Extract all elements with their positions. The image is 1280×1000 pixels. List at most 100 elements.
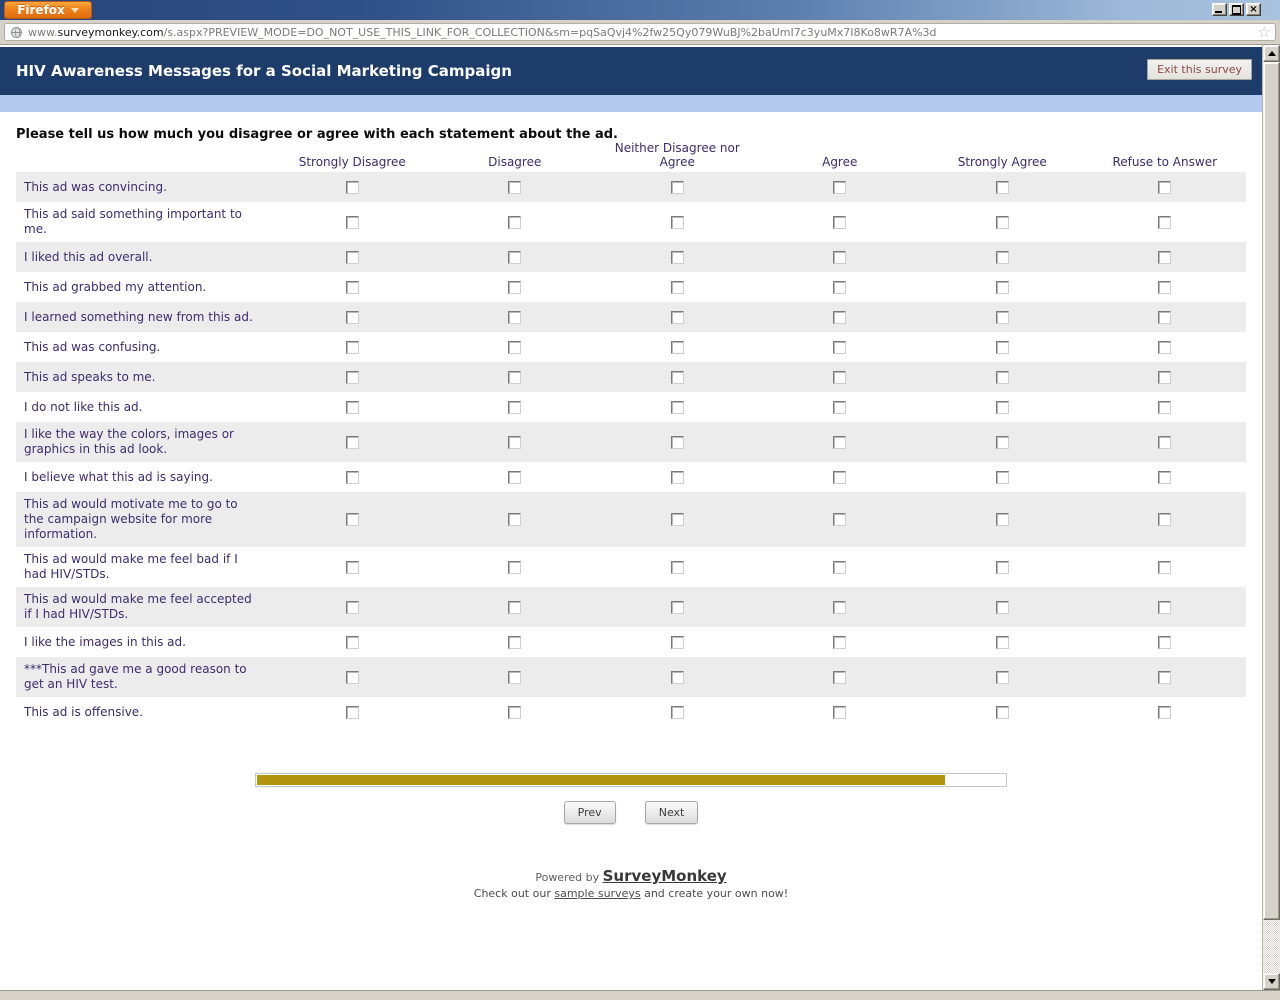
checkbox-row8-col4[interactable] <box>833 400 847 414</box>
checkbox-row7-col6[interactable] <box>1158 370 1172 384</box>
checkbox-row9-col2[interactable] <box>508 435 522 449</box>
close-button[interactable]: × <box>1246 3 1261 16</box>
checkbox-row9-col4[interactable] <box>833 435 847 449</box>
checkbox-row15-col6[interactable] <box>1158 670 1172 684</box>
checkbox-row15-col3[interactable] <box>670 670 684 684</box>
checkbox-row12-col5[interactable] <box>995 560 1009 574</box>
checkbox-row14-col2[interactable] <box>508 635 522 649</box>
bookmark-star-icon[interactable]: ☆ <box>1258 25 1271 40</box>
checkbox-row2-col5[interactable] <box>995 215 1009 229</box>
checkbox-row15-col5[interactable] <box>995 670 1009 684</box>
checkbox-row6-col6[interactable] <box>1158 340 1172 354</box>
checkbox-row11-col6[interactable] <box>1158 513 1172 526</box>
checkbox-row15-col1[interactable] <box>345 670 359 684</box>
restore-button[interactable] <box>1229 3 1244 16</box>
checkbox-row8-col5[interactable] <box>995 400 1009 414</box>
checkbox-row10-col5[interactable] <box>995 470 1009 484</box>
checkbox-row4-col5[interactable] <box>995 280 1009 294</box>
checkbox-row7-col2[interactable] <box>508 370 522 384</box>
checkbox-row16-col4[interactable] <box>833 705 847 719</box>
checkbox-row13-col4[interactable] <box>833 600 847 614</box>
checkbox-row16-col2[interactable] <box>508 705 522 719</box>
checkbox-row1-col5[interactable] <box>995 180 1009 194</box>
checkbox-row9-col1[interactable] <box>345 435 359 449</box>
checkbox-row6-col5[interactable] <box>995 340 1009 354</box>
checkbox-row11-col2[interactable] <box>508 513 522 526</box>
checkbox-row1-col4[interactable] <box>833 180 847 194</box>
checkbox-row4-col3[interactable] <box>670 280 684 294</box>
checkbox-row16-col1[interactable] <box>345 705 359 719</box>
checkbox-row4-col1[interactable] <box>345 280 359 294</box>
checkbox-row16-col3[interactable] <box>670 705 684 719</box>
checkbox-row10-col3[interactable] <box>670 470 684 484</box>
checkbox-row8-col3[interactable] <box>670 400 684 414</box>
checkbox-row1-col1[interactable] <box>345 180 359 194</box>
checkbox-row4-col6[interactable] <box>1158 280 1172 294</box>
checkbox-row8-col2[interactable] <box>508 400 522 414</box>
vertical-scrollbar[interactable] <box>1262 45 1280 990</box>
checkbox-row6-col4[interactable] <box>833 340 847 354</box>
checkbox-row14-col6[interactable] <box>1158 635 1172 649</box>
checkbox-row2-col3[interactable] <box>670 215 684 229</box>
next-button[interactable]: Next <box>644 801 699 824</box>
checkbox-row6-col3[interactable] <box>670 340 684 354</box>
exit-survey-button[interactable]: Exit this survey <box>1147 59 1252 80</box>
checkbox-row9-col3[interactable] <box>670 435 684 449</box>
checkbox-row2-col6[interactable] <box>1158 215 1172 229</box>
checkbox-row7-col1[interactable] <box>345 370 359 384</box>
checkbox-row10-col2[interactable] <box>508 470 522 484</box>
sample-surveys-link[interactable]: sample surveys <box>554 887 640 900</box>
checkbox-row3-col2[interactable] <box>508 250 522 264</box>
checkbox-row3-col5[interactable] <box>995 250 1009 264</box>
checkbox-row11-col5[interactable] <box>995 513 1009 526</box>
checkbox-row11-col4[interactable] <box>833 513 847 526</box>
checkbox-row2-col2[interactable] <box>508 215 522 229</box>
checkbox-row2-col1[interactable] <box>345 215 359 229</box>
checkbox-row5-col4[interactable] <box>833 310 847 324</box>
firefox-menu-button[interactable]: Firefox <box>4 1 92 19</box>
checkbox-row14-col4[interactable] <box>833 635 847 649</box>
checkbox-row6-col2[interactable] <box>508 340 522 354</box>
checkbox-row4-col2[interactable] <box>508 280 522 294</box>
checkbox-row11-col1[interactable] <box>345 513 359 526</box>
checkbox-row13-col3[interactable] <box>670 600 684 614</box>
checkbox-row13-col6[interactable] <box>1158 600 1172 614</box>
checkbox-row10-col1[interactable] <box>345 470 359 484</box>
checkbox-row5-col5[interactable] <box>995 310 1009 324</box>
checkbox-row13-col1[interactable] <box>345 600 359 614</box>
checkbox-row12-col4[interactable] <box>833 560 847 574</box>
checkbox-row2-col4[interactable] <box>833 215 847 229</box>
checkbox-row16-col6[interactable] <box>1158 705 1172 719</box>
checkbox-row5-col3[interactable] <box>670 310 684 324</box>
checkbox-row10-col6[interactable] <box>1158 470 1172 484</box>
checkbox-row15-col2[interactable] <box>508 670 522 684</box>
minimize-button[interactable] <box>1212 3 1227 16</box>
checkbox-row7-col4[interactable] <box>833 370 847 384</box>
checkbox-row15-col4[interactable] <box>833 670 847 684</box>
checkbox-row14-col1[interactable] <box>345 635 359 649</box>
checkbox-row14-col3[interactable] <box>670 635 684 649</box>
checkbox-row12-col2[interactable] <box>508 560 522 574</box>
checkbox-row4-col4[interactable] <box>833 280 847 294</box>
scroll-down-button[interactable] <box>1263 973 1280 990</box>
checkbox-row1-col2[interactable] <box>508 180 522 194</box>
address-bar[interactable]: www.surveymonkey.com/s.aspx?PREVIEW_MODE… <box>4 23 1276 41</box>
checkbox-row7-col3[interactable] <box>670 370 684 384</box>
checkbox-row3-col4[interactable] <box>833 250 847 264</box>
surveymonkey-link[interactable]: SurveyMonkey <box>603 867 727 885</box>
checkbox-row5-col6[interactable] <box>1158 310 1172 324</box>
checkbox-row11-col3[interactable] <box>670 513 684 526</box>
checkbox-row6-col1[interactable] <box>345 340 359 354</box>
checkbox-row5-col2[interactable] <box>508 310 522 324</box>
checkbox-row12-col1[interactable] <box>345 560 359 574</box>
checkbox-row3-col6[interactable] <box>1158 250 1172 264</box>
checkbox-row5-col1[interactable] <box>345 310 359 324</box>
checkbox-row12-col3[interactable] <box>670 560 684 574</box>
checkbox-row9-col6[interactable] <box>1158 435 1172 449</box>
checkbox-row10-col4[interactable] <box>833 470 847 484</box>
checkbox-row8-col6[interactable] <box>1158 400 1172 414</box>
checkbox-row1-col6[interactable] <box>1158 180 1172 194</box>
checkbox-row9-col5[interactable] <box>995 435 1009 449</box>
checkbox-row3-col3[interactable] <box>670 250 684 264</box>
checkbox-row8-col1[interactable] <box>345 400 359 414</box>
